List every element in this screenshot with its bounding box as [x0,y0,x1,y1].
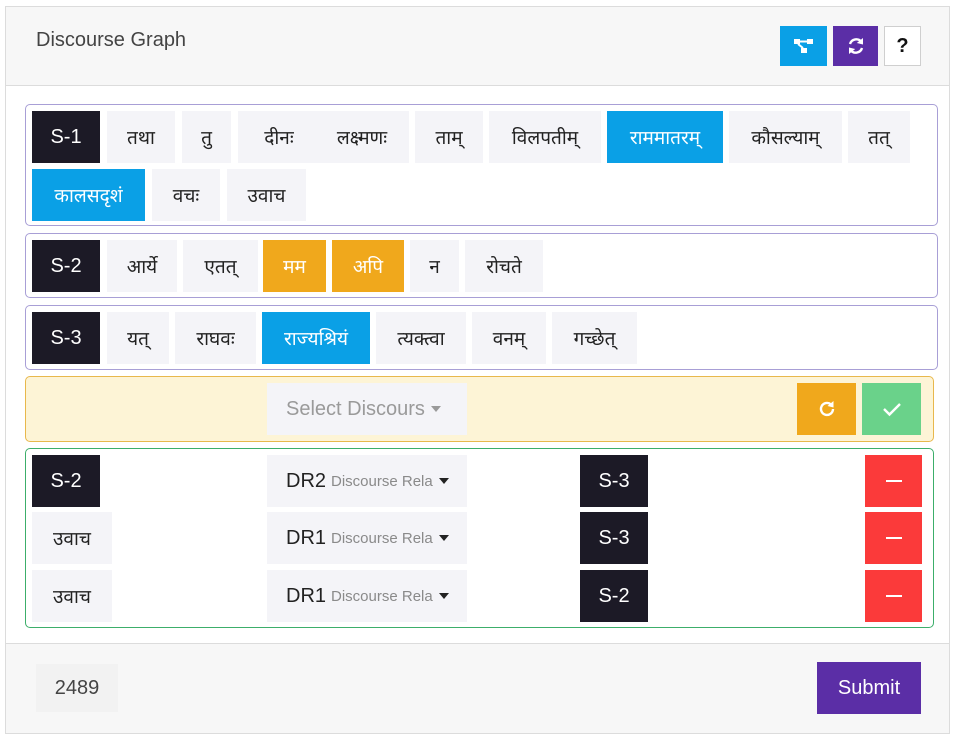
document-count: 2489 [36,664,118,712]
refresh-icon [848,38,863,54]
token[interactable]: तु [182,111,231,163]
card-header: Discourse Graph ? [6,7,949,86]
relation-target[interactable]: S-2 [580,570,648,622]
token[interactable]: त्यक्त्वा [376,312,466,364]
relation-target[interactable]: S-3 [580,512,648,564]
card-footer: 2489 Submit [6,643,949,733]
token[interactable]: आर्ये [107,240,177,292]
remove-relation-button[interactable] [865,512,922,564]
graph-icon [793,39,813,53]
relation-source[interactable]: उवाच [32,512,112,564]
token-highlighted[interactable]: अपि [332,240,404,292]
page-title: Discourse Graph [36,29,187,51]
minus-icon [885,537,902,539]
token[interactable]: न [410,240,459,292]
token[interactable]: राघवः [175,312,256,364]
token[interactable]: तत् [848,111,910,163]
remove-relation-button[interactable] [865,570,922,622]
token[interactable]: कौसल्याम् [729,111,842,163]
sentence-id-badge[interactable]: S-2 [32,240,100,292]
confirm-relation-button[interactable] [862,383,921,435]
relation-code: DR1 [286,584,327,607]
token-selected[interactable]: राज्यश्रियं [262,312,370,364]
chevron-down-icon [439,478,450,484]
relation-type-select[interactable]: DR2 Discourse Relation [267,455,467,507]
token[interactable]: एतत् [183,240,258,292]
chevron-down-icon [439,593,450,599]
relation-type-select[interactable]: DR1 Discourse Relation [267,512,467,564]
token[interactable]: वनम् [472,312,546,364]
relation-hint: Discourse Relation [331,529,433,547]
submit-button[interactable]: Submit [817,662,921,714]
relation-hint: Discourse Relation [331,472,433,490]
token[interactable]: तथा [107,111,175,163]
token[interactable]: वचः [152,169,220,221]
token[interactable]: लक्ष्मणः [315,111,409,163]
relation-source[interactable]: S-2 [32,455,100,507]
token-selected[interactable]: कालसदृशं [32,169,145,221]
token[interactable]: यत् [107,312,169,364]
relation-selector-row: Select Discours [25,376,934,442]
minus-icon [885,595,902,597]
chevron-down-icon [430,406,441,412]
token[interactable]: उवाच [227,169,306,221]
token-selected[interactable]: राममातरम् [607,111,723,163]
help-button[interactable]: ? [884,26,921,66]
graph-view-button[interactable] [780,26,827,66]
refresh-button[interactable] [833,26,878,66]
sentence-s1: S-1 तथा तु दीनः लक्ष्मणः ताम् विलपतीम् र… [25,104,938,226]
relation-hint: Discourse Relation [331,587,433,605]
chevron-down-icon [439,535,450,541]
sentence-s3: S-3 यत् राघवः राज्यश्रियं त्यक्त्वा वनम्… [25,305,938,370]
relation-target[interactable]: S-3 [580,455,648,507]
relation-code: DR1 [286,526,327,549]
relation-source[interactable]: उवाच [32,570,112,622]
relation-code: DR2 [286,469,327,492]
token[interactable]: गच्छेत् [552,312,637,364]
sentence-id-badge[interactable]: S-3 [32,312,100,364]
token[interactable]: विलपतीम् [489,111,601,163]
relation-type-select[interactable]: DR1 Discourse Relation [267,570,467,622]
remove-relation-button[interactable] [865,455,922,507]
relations-list: S-2 DR2 Discourse Relation S-3 उवाच DR1 … [25,448,934,628]
token[interactable]: रोचते [465,240,543,292]
sentence-s2: S-2 आर्ये एतत् मम अपि न रोचते [25,233,938,298]
token[interactable]: ताम् [415,111,483,163]
reset-selection-button[interactable] [797,383,856,435]
discourse-graph-card: Discourse Graph ? S-1 तथा तु दीनः लक्ष्म… [5,6,950,734]
token-highlighted[interactable]: मम [263,240,326,292]
sentence-id-badge[interactable]: S-1 [32,111,100,163]
check-icon [882,403,901,417]
discourse-relation-select[interactable]: Select Discours [267,383,467,435]
select-placeholder: Select Discours [286,397,425,420]
minus-icon [885,480,902,482]
refresh-icon [819,401,834,417]
token[interactable]: दीनः [238,111,320,163]
